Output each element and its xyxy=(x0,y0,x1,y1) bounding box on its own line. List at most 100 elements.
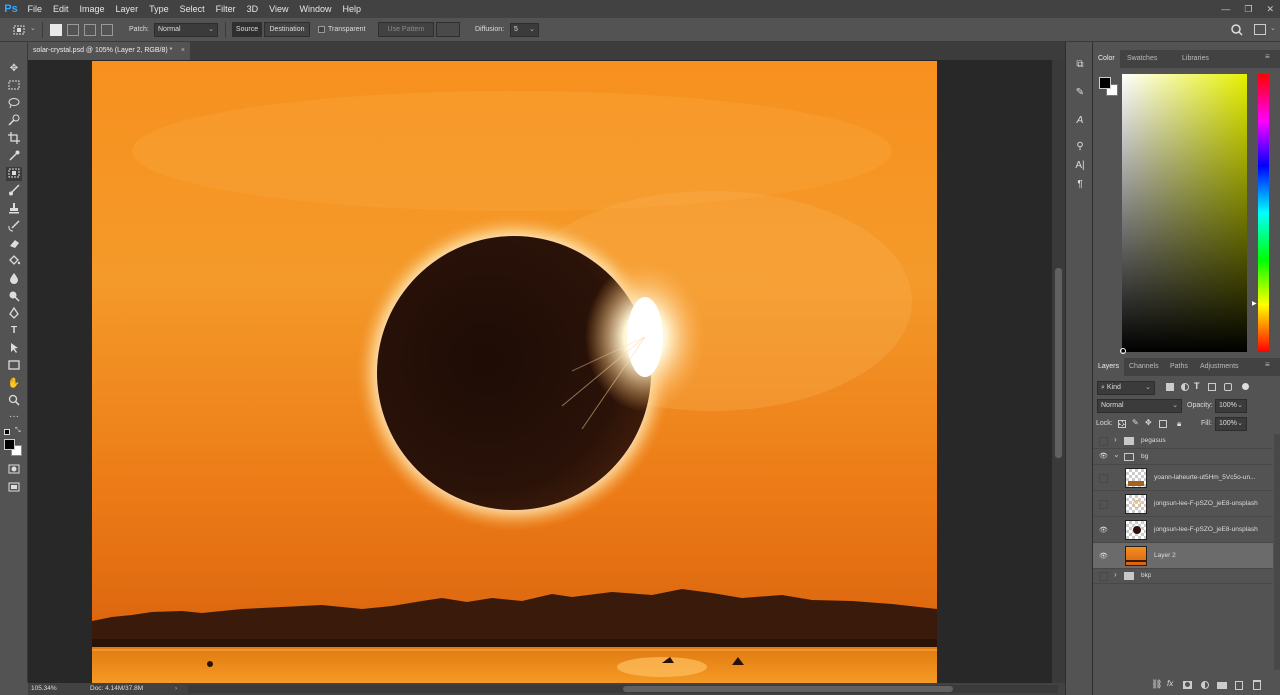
document-tab[interactable]: solar-crystal.psd @ 105% (Layer 2, RGB/8… xyxy=(28,42,190,60)
hue-slider[interactable] xyxy=(1258,74,1269,352)
clone-stamp-tool-icon[interactable] xyxy=(6,202,22,216)
paragraph-panel-icon[interactable]: ¶ xyxy=(1073,178,1087,192)
lock-transparency-icon[interactable] xyxy=(1118,420,1126,428)
adjustment-filter-icon[interactable] xyxy=(1181,383,1189,391)
layer-name[interactable]: yoann-laheurte-ut5Hm_5Vc5o-un... xyxy=(1154,474,1272,481)
eye-icon[interactable]: 👁︎ xyxy=(1099,526,1108,535)
blur-tool-icon[interactable] xyxy=(6,272,22,286)
brush-tool-icon[interactable] xyxy=(6,184,22,198)
tab-layers[interactable]: Layers xyxy=(1093,358,1125,376)
visibility-toggle[interactable] xyxy=(1099,572,1108,581)
character-panel-icon[interactable]: A xyxy=(1073,114,1087,128)
rectangle-tool-icon[interactable] xyxy=(6,360,22,374)
visibility-toggle[interactable] xyxy=(1099,500,1108,509)
layer-name[interactable]: bkp xyxy=(1141,572,1151,579)
layer-name[interactable]: jongsun-lee-F-pSZO_jeE8-unsplash xyxy=(1154,500,1272,507)
workspace-chevron-icon[interactable]: ⌄ xyxy=(1270,24,1276,32)
history-panel-icon[interactable]: ⧉ xyxy=(1073,58,1087,72)
clone-source-icon[interactable]: ⚲ xyxy=(1073,140,1087,154)
layer-name[interactable]: pegasus xyxy=(1141,437,1166,444)
document-info[interactable]: Doc: 4.14M/37.8M xyxy=(90,683,143,695)
marquee-tool-icon[interactable] xyxy=(6,80,22,94)
transparent-checkbox[interactable] xyxy=(318,26,325,33)
menu-edit[interactable]: Edit xyxy=(48,0,75,18)
shape-filter-icon[interactable] xyxy=(1208,383,1216,391)
default-colors-icon[interactable] xyxy=(4,429,10,435)
use-pattern-button[interactable]: Use Pattern xyxy=(378,22,434,37)
layer-row-selected[interactable]: 👁︎ Layer 2 xyxy=(1093,543,1273,569)
minimize-button[interactable]: — xyxy=(1221,4,1230,14)
layer-name[interactable]: Layer 2 xyxy=(1154,552,1176,559)
hue-marker[interactable]: ▶ xyxy=(1252,300,1257,307)
eye-icon[interactable]: 👁︎ xyxy=(1099,452,1108,461)
diffusion-select[interactable]: 5 ⌄ xyxy=(510,23,539,37)
layer-group-bg[interactable]: 👁︎ ⌄ bg xyxy=(1093,449,1273,465)
link-layers-icon[interactable]: ⛓︎ xyxy=(1151,679,1162,690)
restore-button[interactable]: ❐ xyxy=(1244,4,1252,15)
crop-tool-icon[interactable] xyxy=(6,132,22,146)
layers-scrollbar[interactable] xyxy=(1274,434,1280,670)
pen-tool-icon[interactable] xyxy=(6,306,22,321)
layer-group-pegasus[interactable]: › pegasus xyxy=(1093,434,1273,449)
vertical-scrollbar[interactable] xyxy=(1052,60,1065,683)
add-selection-icon[interactable] xyxy=(67,24,79,36)
layer-name[interactable]: jongsun-lee-F-pSZO_jeE8-unsplash xyxy=(1154,526,1272,533)
visibility-toggle[interactable] xyxy=(1099,474,1108,483)
source-button[interactable]: Source xyxy=(232,22,262,37)
delete-layer-icon[interactable] xyxy=(1253,680,1261,690)
menu-filter[interactable]: Filter xyxy=(210,0,241,18)
fill-input[interactable]: 100% ⌄ xyxy=(1215,417,1247,431)
eraser-tool-icon[interactable] xyxy=(6,237,22,251)
brush-settings-icon[interactable]: ✎ xyxy=(1073,86,1087,100)
intersect-selection-icon[interactable] xyxy=(101,24,113,36)
character-styles-icon[interactable]: A| xyxy=(1073,159,1087,173)
chevron-right-icon[interactable]: › xyxy=(1114,570,1117,579)
close-button[interactable]: ✕ xyxy=(1266,4,1274,15)
type-tool-icon[interactable]: T xyxy=(6,324,22,338)
filter-toggle-icon[interactable] xyxy=(1242,383,1249,390)
pixel-filter-icon[interactable] xyxy=(1166,383,1174,391)
menu-help[interactable]: Help xyxy=(337,0,367,18)
paint-bucket-tool-icon[interactable] xyxy=(6,254,22,268)
layer-row[interactable]: jongsun-lee-F-pSZO_jeE8-unsplash xyxy=(1093,491,1273,517)
layer-filter-select[interactable]: ⌕ Kind ⌄ xyxy=(1097,381,1155,395)
type-filter-icon[interactable]: T xyxy=(1194,381,1200,391)
zoom-tool-icon[interactable] xyxy=(6,394,22,408)
destination-button[interactable]: Destination xyxy=(264,22,310,37)
dodge-tool-icon[interactable] xyxy=(6,290,22,304)
visibility-toggle[interactable] xyxy=(1099,437,1108,446)
lasso-tool-icon[interactable] xyxy=(6,97,22,111)
zoom-level[interactable]: 105.34% xyxy=(31,683,57,695)
new-layer-icon[interactable] xyxy=(1235,681,1243,690)
patch-tool-icon[interactable] xyxy=(12,23,26,37)
tab-color[interactable]: Color xyxy=(1093,50,1120,68)
menu-layer[interactable]: Layer xyxy=(110,0,144,18)
new-selection-icon[interactable] xyxy=(50,24,62,36)
horizontal-scrollbar[interactable] xyxy=(188,685,1058,693)
close-tab-icon[interactable]: × xyxy=(181,42,185,60)
eye-icon[interactable]: 👁︎ xyxy=(1099,552,1108,561)
opacity-input[interactable]: 100% ⌄ xyxy=(1215,399,1247,413)
add-mask-icon[interactable] xyxy=(1183,681,1192,689)
layers-panel-menu-icon[interactable]: ≡ xyxy=(1265,360,1270,369)
menu-view[interactable]: View xyxy=(264,0,294,18)
lock-position-icon[interactable]: ✥ xyxy=(1145,418,1152,427)
path-selection-tool-icon[interactable] xyxy=(6,342,22,356)
status-arrow-icon[interactable]: › xyxy=(175,683,177,695)
horizontal-scroll-thumb[interactable] xyxy=(623,686,953,692)
chevron-down-icon[interactable]: ⌄ xyxy=(1113,450,1120,459)
smart-object-filter-icon[interactable] xyxy=(1224,383,1232,391)
tab-libraries[interactable]: Libraries xyxy=(1177,50,1214,68)
more-tools-icon[interactable]: ··· xyxy=(6,410,22,424)
layer-name[interactable]: bg xyxy=(1141,453,1148,460)
layer-row[interactable]: yoann-laheurte-ut5Hm_5Vc5o-un... xyxy=(1093,465,1273,491)
tab-swatches[interactable]: Swatches xyxy=(1122,50,1162,68)
screen-mode-icon[interactable] xyxy=(6,482,22,496)
history-brush-tool-icon[interactable] xyxy=(6,220,22,234)
layer-group-bkp[interactable]: › bkp xyxy=(1093,569,1273,584)
photoshop-logo[interactable]: Ps xyxy=(0,0,22,18)
menu-file[interactable]: File xyxy=(22,0,48,18)
lock-artboard-icon[interactable] xyxy=(1159,420,1167,428)
subtract-selection-icon[interactable] xyxy=(84,24,96,36)
menu-image[interactable]: Image xyxy=(74,0,110,18)
